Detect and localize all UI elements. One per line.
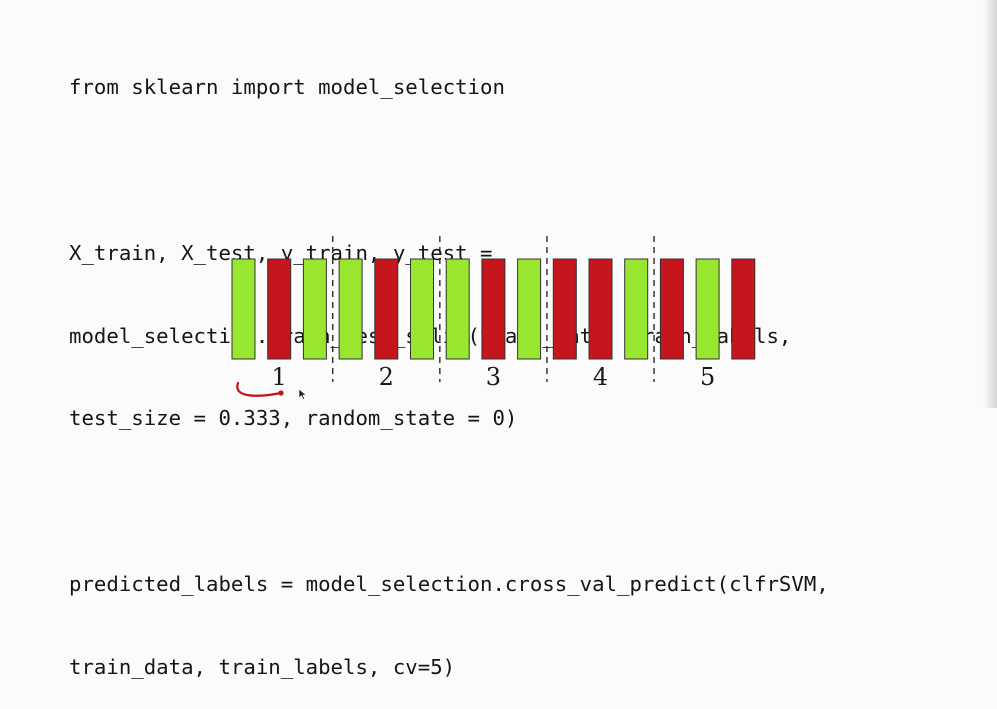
cross-validation-diagram: 1 2 3 4 5 <box>231 236 756 400</box>
fold-label: 1 <box>272 363 287 391</box>
green-sample-bar <box>338 258 363 360</box>
green-sample-bar <box>624 258 649 360</box>
red-sample-bar <box>267 258 292 360</box>
code-line-split-args: test_size = 0.333, random_state = 0) <box>69 406 518 431</box>
red-sample-bar <box>481 258 506 360</box>
code-line-cv-args: train_data, train_labels, cv=5) <box>69 654 456 679</box>
green-sample-bar <box>410 258 434 360</box>
red-sample-bar <box>552 258 577 360</box>
sample-bars <box>231 258 756 360</box>
red-sample-bar <box>588 258 613 360</box>
fold-labels: 1 2 3 4 5 <box>272 363 716 391</box>
red-sample-bar <box>374 258 399 360</box>
fold-label: 5 <box>700 363 715 391</box>
code-line-cv-call: predicted_labels = model_selection.cross… <box>69 571 829 596</box>
green-sample-bar <box>445 258 470 360</box>
pen-annotation-dot <box>278 390 284 396</box>
green-sample-bar <box>517 258 542 360</box>
fold-label: 2 <box>379 363 394 391</box>
green-sample-bar <box>695 258 720 360</box>
fold-label: 4 <box>593 363 608 391</box>
red-sample-bar <box>659 258 684 360</box>
red-sample-bar <box>731 258 756 360</box>
mouse-cursor-icon <box>298 388 307 400</box>
green-sample-bar <box>231 258 256 360</box>
fold-label: 3 <box>486 363 501 391</box>
green-sample-bar <box>302 258 327 360</box>
